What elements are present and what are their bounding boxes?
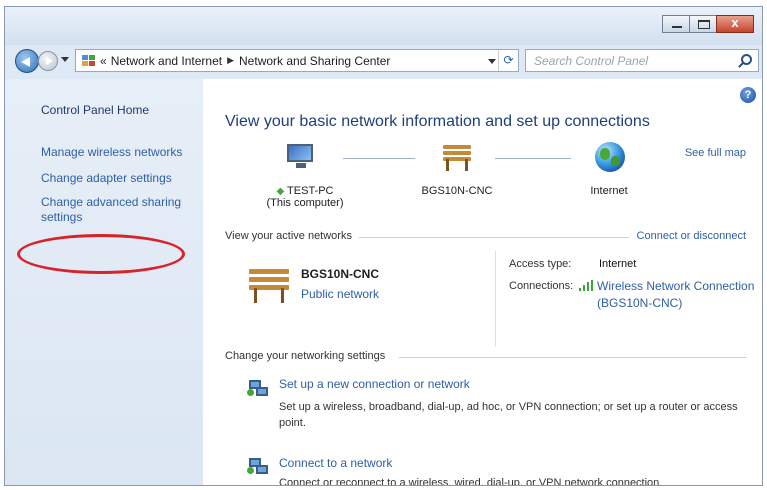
address-overflow[interactable]: « <box>100 54 107 68</box>
sidebar-item-manage-wireless-networks[interactable]: Manage wireless networks <box>41 145 182 159</box>
window-controls: x <box>662 15 754 33</box>
globe-icon <box>595 142 625 172</box>
title-bar: x <box>5 7 762 45</box>
window: x « Network and Internet ▶ Network and S… <box>4 6 763 486</box>
minimize-icon <box>672 26 682 28</box>
computer-monitor-icon <box>287 144 317 168</box>
connect-or-disconnect-link[interactable]: Connect or disconnect <box>637 230 746 242</box>
connections-label: Connections: <box>509 280 574 292</box>
computer-node-icon: ◆ <box>276 186 285 197</box>
setup-new-connection-link[interactable]: Set up a new connection or network <box>279 377 470 391</box>
node-sub-this-computer: (This computer) <box>266 197 344 209</box>
close-button[interactable]: x <box>716 15 754 33</box>
maximize-button[interactable] <box>689 15 717 33</box>
section-divider <box>359 237 629 238</box>
network-setup-icon <box>247 377 271 399</box>
highlight-circle <box>17 234 185 274</box>
setup-new-connection-description: Set up a wireless, broadband, dial-up, a… <box>279 401 738 429</box>
network-type-link[interactable]: Public network <box>301 287 379 301</box>
see-full-map-link[interactable]: See full map <box>685 147 746 159</box>
connect-to-network-description: Connect or reconnect to a wireless, wire… <box>279 477 663 486</box>
breadcrumb-network-and-sharing-center[interactable]: Network and Sharing Center <box>239 54 390 68</box>
connect-network-icon <box>247 455 271 477</box>
sidebar-item-change-adapter-settings[interactable]: Change adapter settings <box>41 171 172 185</box>
refresh-icon[interactable]: ⟳ <box>498 50 518 71</box>
maximize-icon <box>698 20 710 29</box>
access-type-label: Access type: <box>509 258 572 270</box>
help-icon[interactable]: ? <box>740 87 756 103</box>
close-icon: x <box>731 15 739 30</box>
navigation-bar: « Network and Internet ▶ Network and Sha… <box>5 45 762 75</box>
search-icon[interactable] <box>741 54 752 65</box>
bench-network-icon <box>249 269 289 303</box>
sidebar-item-control-panel-home[interactable]: Control Panel Home <box>41 103 149 117</box>
wireless-connection-link[interactable]: Wireless Network Connection <box>597 279 754 293</box>
map-link-line <box>495 158 571 159</box>
forward-arrow-icon[interactable] <box>38 51 58 71</box>
connect-to-network-link[interactable]: Connect to a network <box>279 456 392 470</box>
page-title: View your basic network information and … <box>225 113 650 130</box>
breadcrumb-network-and-internet[interactable]: Network and Internet <box>111 54 222 68</box>
breadcrumb-separator-icon[interactable]: ▶ <box>227 55 234 66</box>
minimize-button[interactable] <box>662 15 690 33</box>
access-type-value: Internet <box>599 258 637 270</box>
node-name-test-pc: TEST-PC <box>287 185 334 197</box>
connection-sub-link[interactable]: (BGS10N-CNC) <box>597 296 682 310</box>
control-panel-icon <box>82 54 96 67</box>
section-divider <box>399 357 747 358</box>
address-bar[interactable]: « Network and Internet ▶ Network and Sha… <box>75 49 519 72</box>
node-internet: Internet <box>590 185 628 197</box>
node-this-computer: ◆ TEST-PC (This computer) <box>257 185 353 209</box>
search-box <box>525 49 759 72</box>
vertical-divider <box>495 251 496 347</box>
back-arrow-icon[interactable] <box>15 49 39 73</box>
wireless-signal-icon <box>579 280 593 291</box>
main-content: ? View your basic network information an… <box>203 79 762 485</box>
active-networks-title: View your active networks <box>225 230 352 242</box>
change-settings-title: Change your networking settings <box>225 350 386 362</box>
active-network-name: BGS10N-CNC <box>301 267 380 281</box>
bench-network-icon <box>443 145 471 171</box>
recent-pages-dropdown-icon[interactable] <box>61 57 69 62</box>
address-dropdown-icon[interactable] <box>488 59 496 64</box>
sidebar: Control Panel Home Manage wireless netwo… <box>5 79 203 485</box>
node-router-name: BGS10N-CNC <box>421 185 493 197</box>
connection-entry: Wireless Network Connection (BGS10N-CNC) <box>579 278 754 312</box>
search-input[interactable] <box>526 50 726 71</box>
sidebar-item-change-advanced-sharing-settings[interactable]: Change advanced sharing settings <box>41 195 191 225</box>
map-link-line <box>343 158 415 159</box>
